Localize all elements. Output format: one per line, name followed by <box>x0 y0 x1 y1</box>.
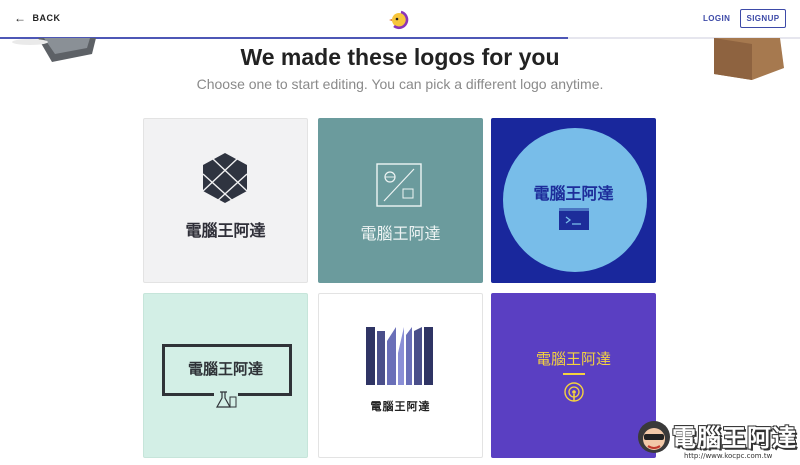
signup-button[interactable]: SIGNUP <box>740 9 786 28</box>
mascot-icon <box>638 421 670 453</box>
login-link[interactable]: LOGIN <box>703 14 730 23</box>
logo-text: 電腦王阿達 <box>185 221 266 240</box>
logo-text: 電腦王阿達 <box>533 184 614 203</box>
watermark: 電腦王阿達 http://www.kocpc.com.tw <box>634 414 798 464</box>
terminal-icon <box>559 208 589 230</box>
logo-card-3[interactable]: 電腦王阿達 <box>491 118 656 283</box>
logo-card-6[interactable]: 電腦王阿達 <box>491 293 656 458</box>
m-bars-icon <box>366 327 433 385</box>
watermark-url: http://www.kocpc.com.tw <box>684 452 773 460</box>
podcast-icon <box>564 382 584 402</box>
logo-text: 電腦王阿達 <box>535 350 611 368</box>
logo-text: 電腦王阿達 <box>360 224 441 243</box>
flask-icon <box>214 389 238 411</box>
square-globe-icon <box>376 163 422 207</box>
brand-logo-icon[interactable] <box>388 7 412 31</box>
logo-card-2[interactable]: 電腦王阿達 <box>318 118 483 283</box>
back-label: BACK <box>32 13 61 23</box>
page-title: We made these logos for you <box>240 44 560 70</box>
logo-text: 電腦王阿達 <box>187 360 263 378</box>
logo-card-1[interactable]: 電腦王阿達 <box>143 118 308 283</box>
logo-card-4[interactable]: 電腦王阿達 <box>143 293 308 458</box>
logo-divider <box>563 373 585 375</box>
top-bar: ← BACK LOGIN SIGNUP <box>0 0 800 38</box>
hexagon-lines-icon <box>202 153 248 204</box>
page-subtitle: Choose one to start editing. You can pic… <box>196 76 604 92</box>
watermark-text: 電腦王阿達 <box>672 424 797 452</box>
logo-card-5[interactable]: 電腦王阿達 <box>318 293 483 458</box>
logo-text: 電腦王阿達 <box>370 400 431 413</box>
arrow-left-icon: ← <box>14 11 27 25</box>
back-button[interactable]: ← BACK <box>14 12 61 24</box>
